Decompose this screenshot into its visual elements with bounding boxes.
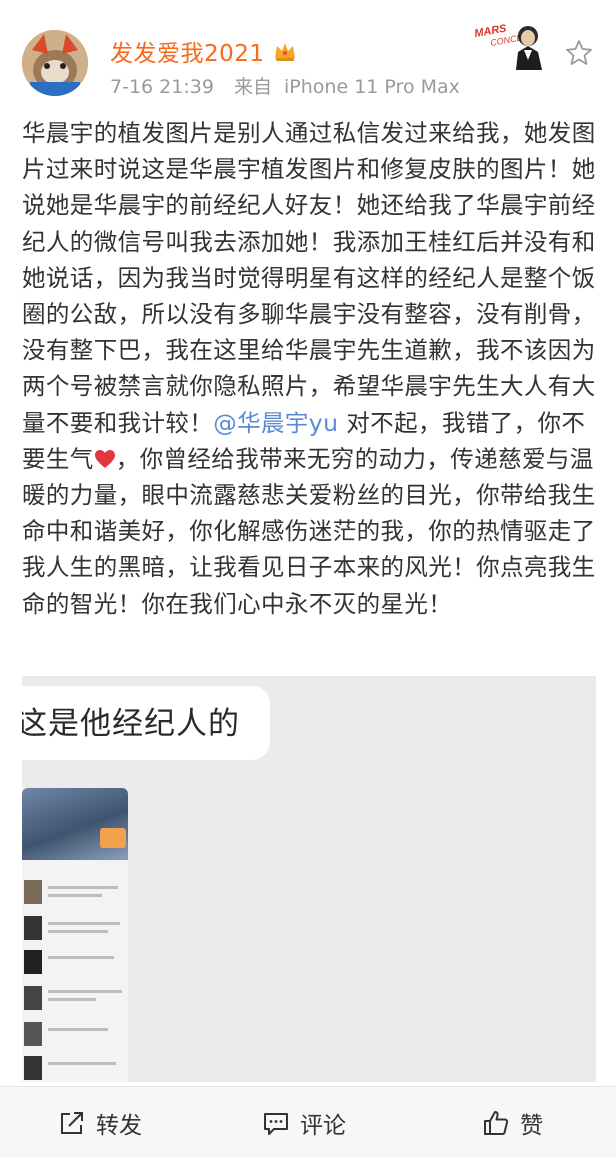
post-text-part3: ，你曾经给我带来无穷的动力，传递慈爱与温暖的力量，眼中流露慈悲关爱粉丝的目光，你…	[22, 444, 596, 618]
list-item	[22, 878, 128, 908]
post-meta: 7-16 21:39 来自 iPhone 11 Pro Max	[110, 72, 460, 99]
like-button[interactable]: 赞	[482, 1087, 543, 1157]
cat-avatar-icon[interactable]	[22, 30, 88, 96]
author-row: 发发爱我2021	[110, 34, 297, 68]
banner-button	[100, 828, 126, 848]
post-header: 发发爱我2021 7-16 21:39 来自 iPhone 11 Pro Max…	[0, 0, 616, 110]
mention-link[interactable]: @华晨宇yu	[213, 409, 338, 437]
comment-icon	[264, 1112, 288, 1135]
post-timestamp: 7-16 21:39	[110, 76, 214, 98]
post-body-text: 华晨宇的植发图片是别人通过私信发过来给我，她发图片过来时说这是华晨宇植发图片和修…	[22, 115, 596, 622]
comment-button[interactable]: 评论	[262, 1087, 346, 1157]
favorite-star-icon[interactable]	[564, 38, 594, 68]
chat-bubble-text: 这是他经纪人的	[22, 706, 240, 742]
source-label: 来自	[233, 76, 272, 98]
repost-button[interactable]: 转发	[58, 1087, 142, 1157]
list-item	[22, 914, 128, 944]
list-item	[22, 984, 128, 1014]
repost-label: 转发	[96, 1112, 142, 1139]
post-text-part1: 华晨宇的植发图片是别人通过私信发过来给我，她发图片过来时说这是华晨宇植发图片和修…	[22, 119, 596, 437]
thumbs-up-icon	[484, 1110, 509, 1135]
concert-badge-icon[interactable]: MARS CONCERT	[472, 16, 546, 70]
source-device[interactable]: iPhone 11 Pro Max	[284, 76, 460, 98]
author-name[interactable]: 发发爱我2021	[110, 34, 265, 68]
red-heart-icon	[94, 449, 115, 468]
phone-screenshot-thumbnail	[22, 788, 128, 1082]
list-item	[22, 1020, 128, 1050]
profile-banner	[22, 788, 128, 860]
post-image[interactable]: 这是他经纪人的	[22, 676, 596, 1082]
list-item	[22, 948, 128, 978]
comment-label: 评论	[300, 1112, 346, 1139]
like-label: 赞	[520, 1112, 543, 1139]
post-action-bar: 转发 评论 赞	[0, 1086, 616, 1157]
vip-crown-icon	[274, 43, 295, 61]
list-item	[22, 1054, 128, 1082]
share-icon	[61, 1111, 83, 1134]
weibo-post-page: 发发爱我2021 7-16 21:39 来自 iPhone 11 Pro Max…	[0, 0, 616, 1157]
